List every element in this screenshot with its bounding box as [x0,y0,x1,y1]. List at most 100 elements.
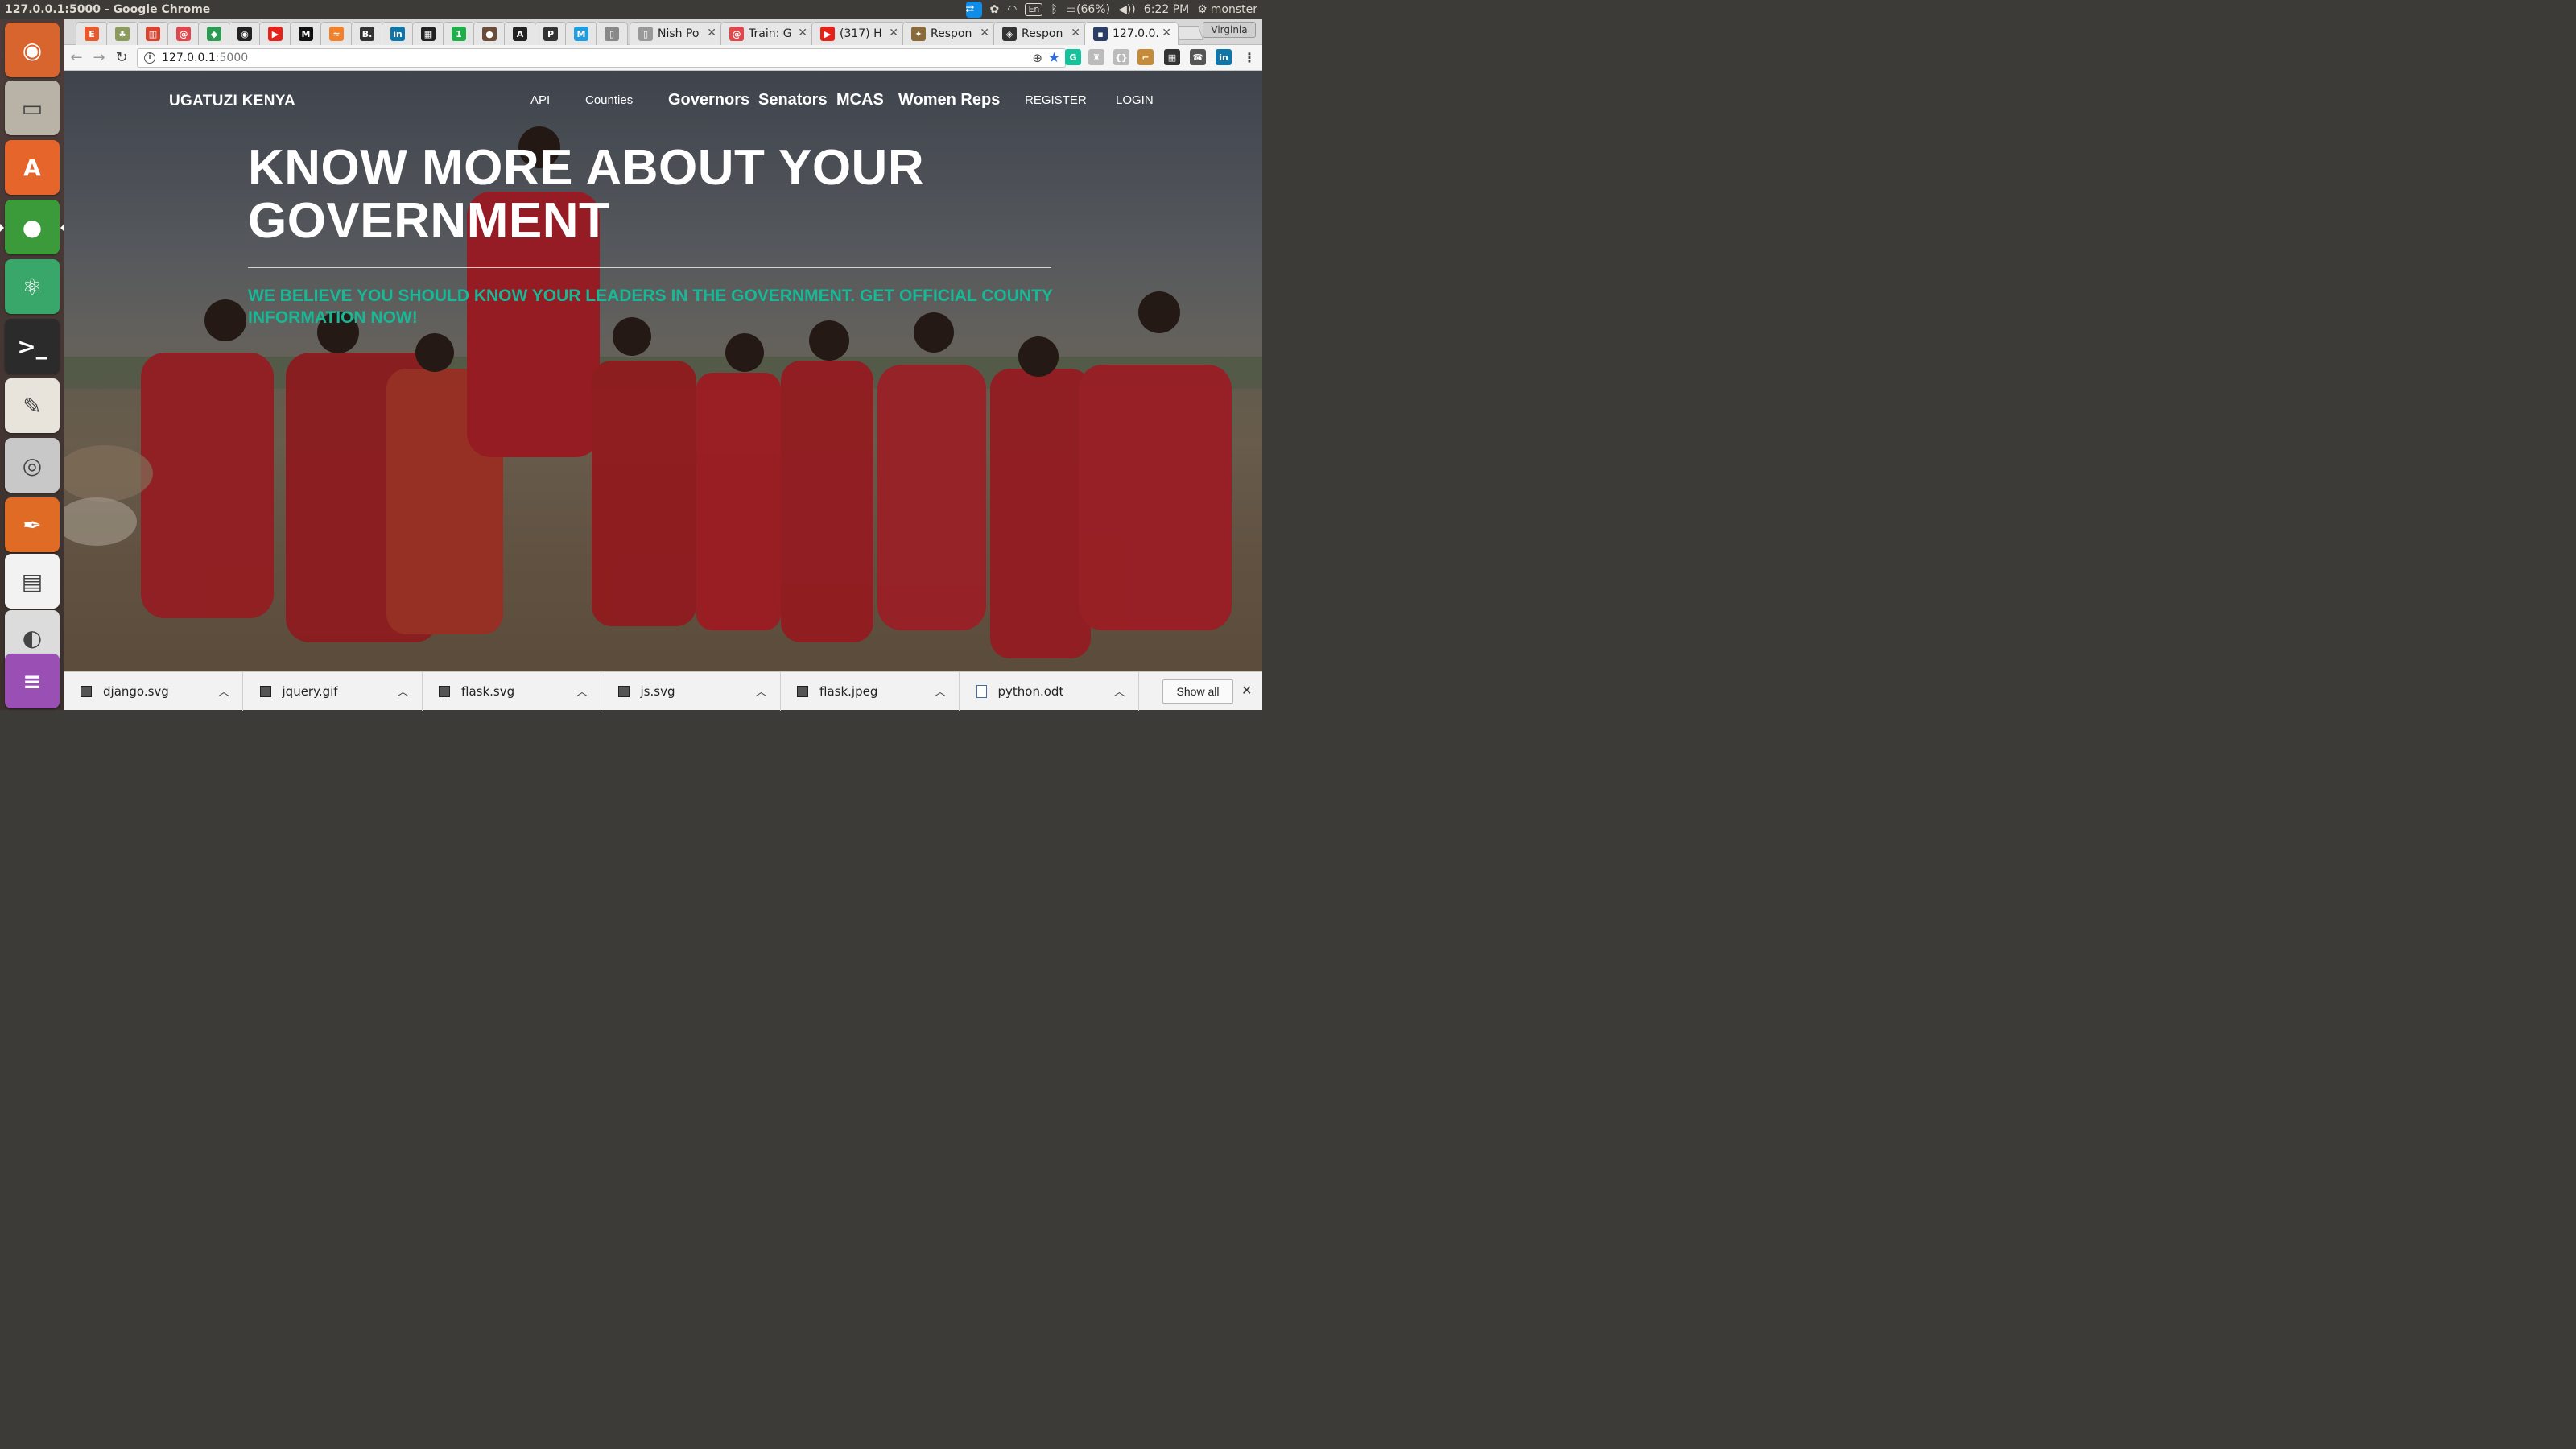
teamviewer-icon[interactable]: ⇄ [965,2,982,18]
chevron-up-icon[interactable]: ︿ [398,683,409,700]
json-icon[interactable]: {} [1113,49,1129,65]
chevron-up-icon[interactable]: ︿ [218,683,229,700]
phone-icon[interactable]: ☎ [1190,49,1206,65]
ubuntu-dash-icon: ◉ [22,36,43,64]
pinned-tab[interactable]: M [565,22,597,45]
back-button[interactable]: ← [66,47,87,68]
download-item[interactable]: python.odt ︿ [960,672,1139,711]
tab-active[interactable]: ▪ 127.0.0. ✕ [1084,22,1179,45]
user-menu[interactable]: ⚙ monster [1197,3,1257,16]
launcher-item[interactable]: >_ [5,319,60,374]
tab-close-icon[interactable]: ✕ [798,27,807,39]
profile-button[interactable]: Virginia [1203,22,1256,38]
launcher-item[interactable]: ● [0,200,64,254]
download-item[interactable]: js.svg ︿ [602,672,781,711]
film-icon[interactable]: ▦ [1164,49,1180,65]
launcher-item[interactable]: ▭ [5,80,60,135]
tab-close-icon[interactable]: ✕ [707,27,716,39]
pinned-tab[interactable]: @ [167,22,200,45]
download-item[interactable]: flask.jpeg ︿ [781,672,960,711]
keyboard-layout-indicator[interactable]: En [1025,3,1043,16]
pinned-tab[interactable]: ◉ [229,22,261,45]
new-tab-button[interactable] [1174,26,1204,40]
launcher-item[interactable]: ⚛ [5,259,60,314]
settings-icon[interactable]: ✿ [990,3,1000,16]
browser-tab[interactable]: ◈ Respon ✕ [993,22,1088,45]
clock[interactable]: 6:22 PM [1144,3,1189,16]
pinned-tab[interactable]: 1 [443,22,475,45]
launcher-item[interactable]: ▤ [5,554,60,609]
browser-tab[interactable]: ▶ (317) H ✕ [811,22,906,45]
launcher-item[interactable]: ◎ [5,438,60,493]
download-item[interactable]: flask.svg ︿ [423,672,601,711]
forward-button[interactable]: → [89,47,109,68]
pinned-tab[interactable]: in [382,22,414,45]
launcher-item[interactable]: ≡ [5,654,60,708]
tab-close-icon[interactable]: ✕ [1162,27,1171,39]
system-tray: ⇄ ✿ ◠ En ᛒ ▭ (66%) ◀)) 6:22 PM ⚙ monster [965,0,1257,19]
pinned-tab[interactable]: ≈ [320,22,353,45]
browser-tab[interactable]: ▯ Nish Po ✕ [630,22,724,45]
pinned-tab[interactable]: P [535,22,567,45]
pinned-tab[interactable]: ▯ [596,22,628,45]
show-all-downloads-button[interactable]: Show all [1162,679,1233,704]
reload-button[interactable]: ↻ [111,47,132,68]
tab-close-icon[interactable]: ✕ [1071,27,1080,39]
linkedin-ext-icon[interactable]: in [1216,49,1232,65]
browser-tab[interactable]: ✦ Respon ✕ [902,22,997,45]
address-bar[interactable]: i 127.0.0.1 :5000 ⊕ ★ [137,48,1066,68]
close-downloads-icon[interactable]: ✕ [1241,683,1252,698]
pinned-tab[interactable]: B. [351,22,383,45]
launcher-item[interactable]: ✎ [5,378,60,433]
nav-counties[interactable]: Counties [585,93,633,107]
zoom-icon[interactable]: ⊕ [1032,51,1042,65]
grammarly-icon[interactable]: G [1065,49,1081,65]
pinned-tab[interactable]: ♣ [106,22,138,45]
nav-api[interactable]: API [530,93,550,107]
terminal-icon: >_ [17,332,47,360]
hero-title: KNOW MORE ABOUT YOUR GOVERNMENT [248,140,925,249]
tab-close-icon[interactable]: ✕ [889,27,898,39]
browser-tab[interactable]: @ Train: G ✕ [720,22,815,45]
nav-mcas[interactable]: MCAS [836,91,884,109]
bookmark-star-icon[interactable]: ★ [1048,50,1060,66]
a-icon: A [513,27,527,41]
battery-indicator[interactable]: ▭ (66%) [1066,3,1110,16]
bell-icon[interactable]: ♜ [1088,49,1104,65]
chevron-up-icon[interactable]: ︿ [1114,683,1125,700]
browser-window: Virginia E ♣ ▥ @ ◆ ◉ ▶ M ≈ B. in ▦ 1 ● A P M ▯ ▯ Nish Po ✕ @ T… [64,19,1262,711]
pinned-tab[interactable]: ● [473,22,506,45]
chevron-up-icon[interactable]: ︿ [935,683,946,700]
one-icon: 1 [452,27,466,41]
wifi-icon[interactable]: ◠ [1007,3,1017,16]
chevron-up-icon[interactable]: ︿ [576,683,588,700]
chevron-up-icon[interactable]: ︿ [756,683,767,700]
site-brand[interactable]: UGATUZI KENYA [169,93,295,110]
pinned-tab[interactable]: ▥ [137,22,169,45]
pinned-tab[interactable]: E [76,22,108,45]
pinned-tab[interactable]: ◆ [198,22,230,45]
tool-icon: ✦ [911,27,926,41]
chrome-menu-icon[interactable]: ⋮ [1241,49,1257,65]
download-item[interactable]: jquery.gif ︿ [244,672,423,711]
pinned-tab[interactable]: M [290,22,322,45]
pinned-tab[interactable]: ▦ [412,22,444,45]
download-item[interactable]: django.svg ︿ [64,672,243,711]
flame-icon: ≈ [329,27,344,41]
launcher-item[interactable]: ◉ [5,23,60,77]
pinned-tab[interactable]: ▶ [259,22,291,45]
hammer-icon[interactable]: ⌐ [1137,49,1154,65]
nav-login[interactable]: LOGIN [1116,93,1154,107]
tab-close-icon[interactable]: ✕ [980,27,989,39]
volume-icon[interactable]: ◀)) [1118,3,1136,16]
image-file-icon [80,686,92,697]
site-info-icon[interactable]: i [144,52,155,64]
bluetooth-icon[interactable]: ᛒ [1051,3,1057,16]
nav-senators[interactable]: Senators [758,91,828,109]
launcher-item[interactable]: A [5,140,60,195]
nav-governors[interactable]: Governors [668,91,749,109]
pinned-tab[interactable]: A [504,22,536,45]
nav-women-reps[interactable]: Women Reps [898,91,1000,109]
nav-register[interactable]: REGISTER [1025,93,1087,107]
launcher-item[interactable]: ✒ [5,497,60,552]
